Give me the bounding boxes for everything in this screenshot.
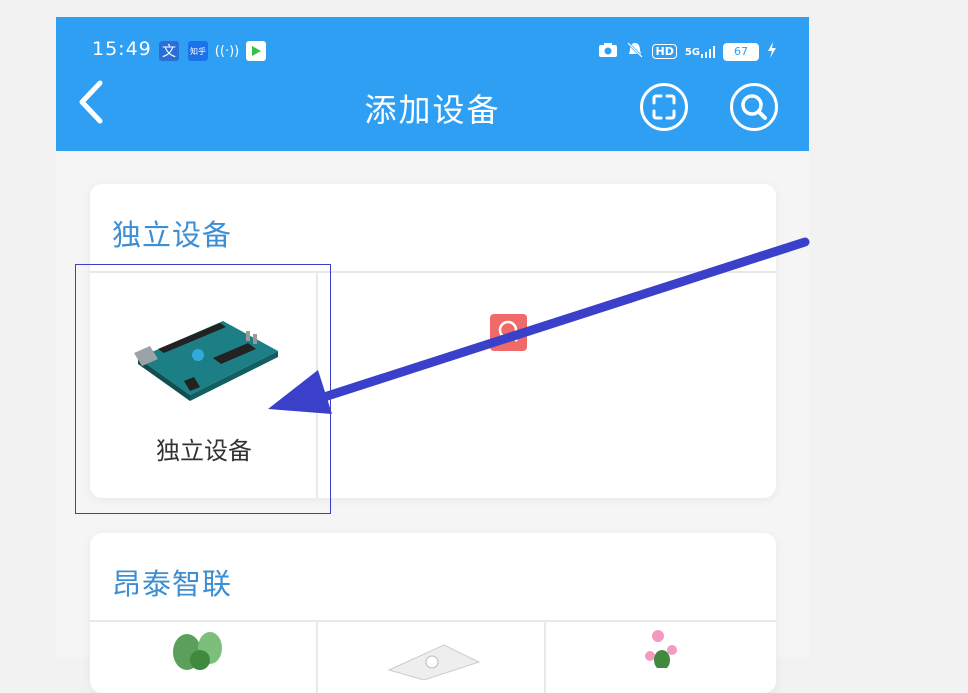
network-label: 5G (684, 46, 700, 58)
search-icon (741, 94, 767, 120)
battery-level: 67 (734, 45, 748, 58)
battery-icon: 67 (723, 42, 759, 61)
section-title: 昂泰智联 (112, 567, 233, 601)
section-title: 独立设备 (112, 218, 233, 252)
charging-icon (767, 42, 777, 61)
scan-button[interactable] (640, 83, 688, 131)
page-title: 添加设备 (364, 91, 501, 129)
network-indicator: 5G (684, 45, 715, 58)
flower-icon (645, 630, 677, 668)
device-tile-plant[interactable] (90, 622, 316, 693)
scan-icon (652, 94, 676, 120)
video-app-icon (246, 41, 266, 61)
hotspot-icon: ((·)) (214, 43, 240, 59)
device-box-icon (387, 644, 481, 680)
zhihu-icon: 知乎 (188, 41, 208, 61)
app-badge-icon (490, 314, 527, 351)
camera-icon (598, 42, 618, 61)
status-left-icons: 文 知乎 ((·)) (159, 41, 266, 61)
selection-highlight-box (75, 264, 331, 514)
search-button[interactable] (730, 83, 778, 131)
status-right-icons: HD 5G 67 (598, 41, 777, 62)
plant-icon (173, 632, 222, 670)
device-tile-box[interactable] (318, 622, 544, 693)
device-tile-flower[interactable] (546, 622, 776, 693)
translate-icon: 文 (159, 41, 179, 61)
section-card-angtai: 昂泰智联 (90, 533, 776, 693)
hd-badge: HD (652, 44, 677, 59)
status-time: 15:49 (92, 38, 152, 60)
app-header: 15:49 文 知乎 ((·)) HD 5G 67 添加设备 (56, 17, 809, 151)
mute-bell-icon (626, 41, 644, 62)
signal-icon (701, 45, 715, 58)
